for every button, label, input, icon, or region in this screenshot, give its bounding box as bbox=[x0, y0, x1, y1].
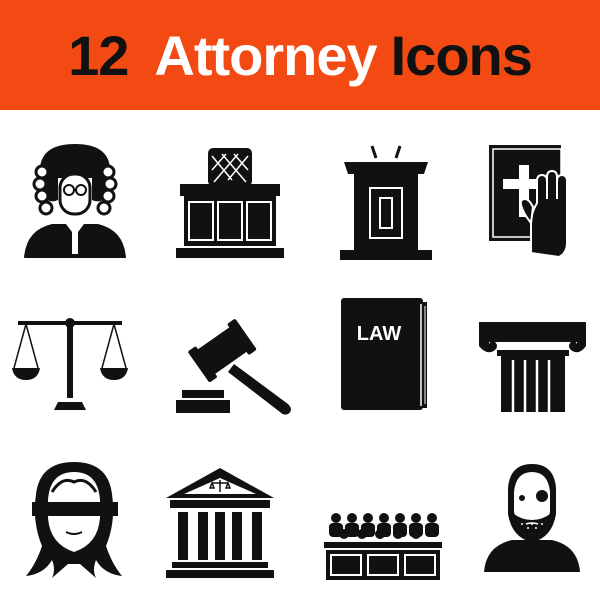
law-book-label: LAW bbox=[357, 323, 402, 345]
title-word-primary: Attorney bbox=[154, 24, 377, 87]
lady-justice-icon bbox=[22, 460, 127, 580]
judge-icon bbox=[20, 138, 130, 263]
law-book-icon: LAW bbox=[339, 296, 431, 414]
title-number: 12 bbox=[68, 24, 129, 87]
podium-icon bbox=[336, 144, 436, 262]
column-icon bbox=[475, 320, 590, 415]
page-title: 12 Attorney Icons bbox=[68, 28, 533, 84]
scales-icon bbox=[12, 318, 128, 413]
gavel-icon bbox=[176, 319, 296, 417]
courthouse-icon bbox=[164, 466, 276, 581]
judge-bench-icon bbox=[174, 146, 286, 261]
title-word-secondary: Icons bbox=[390, 24, 533, 87]
title-banner: 12 Attorney Icons bbox=[0, 0, 600, 110]
oath-bible-icon bbox=[487, 143, 569, 261]
jury-icon bbox=[322, 510, 444, 582]
criminal-icon bbox=[482, 462, 582, 574]
